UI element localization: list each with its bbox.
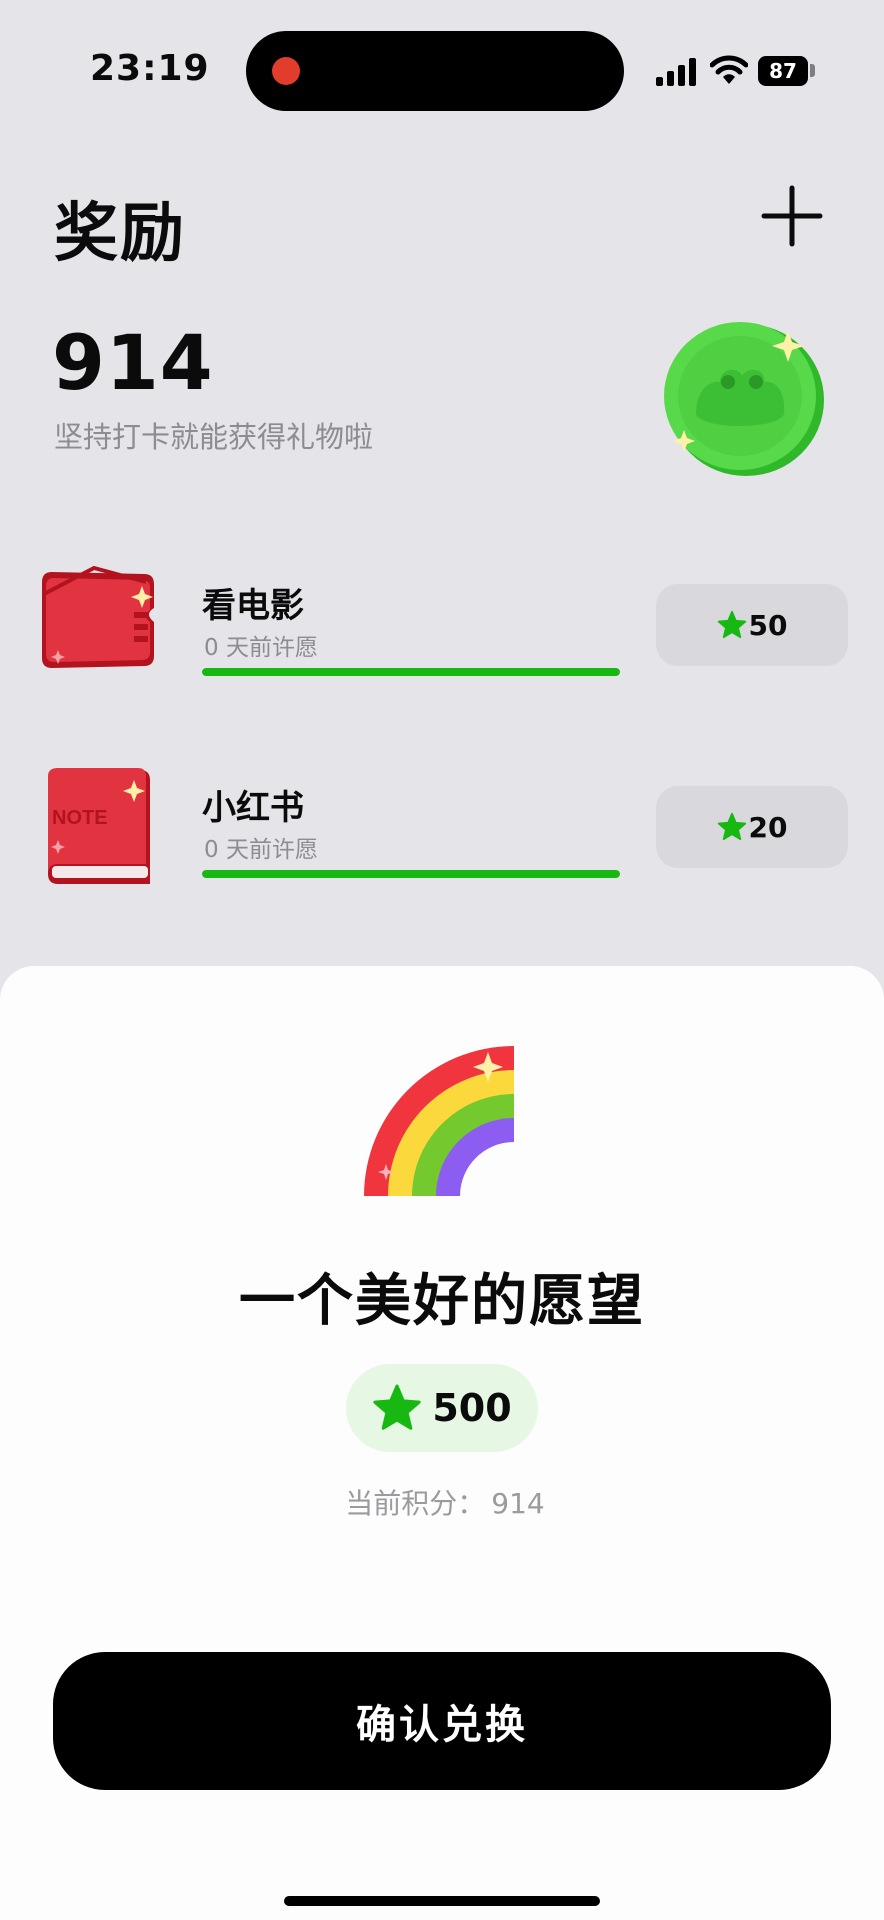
recording-dot-icon xyxy=(272,57,300,85)
reward-progress-bar xyxy=(202,668,620,676)
reward-name: 看电影 xyxy=(202,586,304,626)
current-points-value: 914 xyxy=(491,1487,545,1520)
star-icon xyxy=(373,1384,421,1430)
reward-cost: 20 xyxy=(748,810,788,844)
confirm-redeem-button[interactable]: 确认兑换 xyxy=(53,1652,831,1790)
battery-icon: 87 xyxy=(758,56,808,86)
status-bar: 23:19 87 xyxy=(0,0,884,140)
reward-cost-button[interactable]: 50 xyxy=(656,584,848,666)
wish-cost: 500 xyxy=(432,1386,512,1430)
wish-cost-badge: 500 xyxy=(346,1364,538,1452)
frog-coin-icon xyxy=(664,322,824,476)
redeem-sheet: 一个美好的愿望 500 当前积分： 914 确认兑换 xyxy=(0,966,884,1920)
current-points: 当前积分： 914 xyxy=(0,1482,884,1522)
points-caption: 坚持打卡就能获得礼物啦 xyxy=(54,420,374,454)
reward-row-movie[interactable]: 看电影 0 天前许愿 50 xyxy=(0,564,884,684)
status-time: 23:19 xyxy=(90,48,210,89)
reward-progress-fill xyxy=(202,870,620,878)
reward-cost-button[interactable]: 20 xyxy=(656,786,848,868)
reward-progress-fill xyxy=(202,668,620,676)
signal-icon xyxy=(656,58,696,86)
reward-cost: 50 xyxy=(748,608,788,642)
page-title: 奖励 xyxy=(54,197,186,271)
wifi-icon xyxy=(710,55,748,84)
current-points-label: 当前积分： xyxy=(345,1487,486,1520)
note-icon-text: NOTE xyxy=(52,807,108,829)
add-button[interactable] xyxy=(760,184,824,248)
reward-subtitle: 0 天前许愿 xyxy=(204,837,318,863)
note-book-icon: NOTE xyxy=(48,768,150,884)
points-total: 914 xyxy=(52,318,214,407)
reward-name: 小红书 xyxy=(202,788,304,828)
movie-ticket-icon xyxy=(42,565,154,668)
home-indicator xyxy=(284,1896,600,1906)
battery-nub xyxy=(810,64,815,77)
reward-subtitle: 0 天前许愿 xyxy=(204,635,318,661)
star-icon xyxy=(717,812,746,841)
reward-row-xiaohongshu[interactable]: NOTE 小红书 0 天前许愿 20 xyxy=(0,766,884,886)
rainbow-icon xyxy=(364,1046,514,1196)
dynamic-island xyxy=(246,31,624,111)
star-icon xyxy=(717,610,746,639)
reward-progress-bar xyxy=(202,870,620,878)
plus-icon xyxy=(761,185,823,247)
wish-title: 一个美好的愿望 xyxy=(239,1269,645,1334)
